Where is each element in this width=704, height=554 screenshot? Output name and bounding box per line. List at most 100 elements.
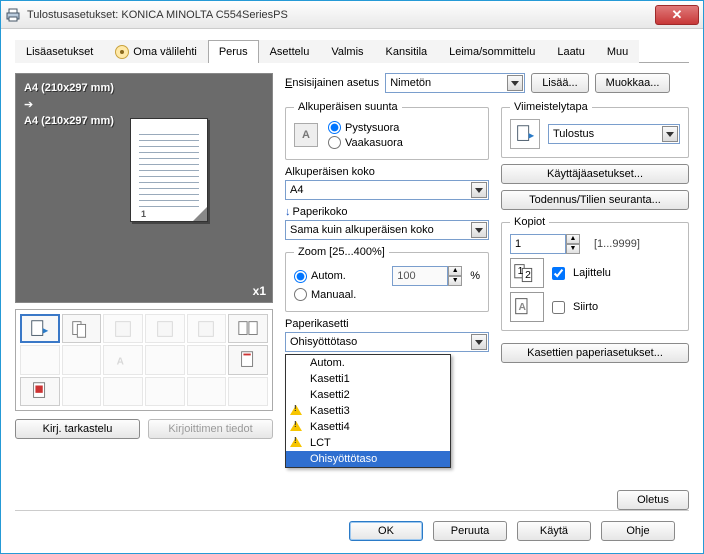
orientation-group: Alkuperäisen suunta A Pystysuora Vaakasu… <box>285 101 489 160</box>
thumb-5[interactable] <box>187 314 227 343</box>
tray-option[interactable]: Kasetti2 <box>286 387 450 403</box>
zoom-auto-label: Autom. <box>311 270 346 282</box>
tray-option[interactable]: Autom. <box>286 355 450 371</box>
thumb-7[interactable] <box>20 345 60 374</box>
zoom-group: Zoom [25...400%] Autom. ▲▼ % Manuaal. <box>285 246 489 312</box>
user-settings-button[interactable]: Käyttäjäasetukset... <box>501 164 689 184</box>
chevron-down-icon[interactable] <box>507 75 523 91</box>
view-button[interactable]: Kirj. tarkastelu <box>15 419 140 439</box>
print-prefs-window: Tulostusasetukset: KONICA MINOLTA C554Se… <box>0 0 704 554</box>
user-tab-icon <box>115 45 129 59</box>
chevron-down-icon[interactable] <box>662 126 678 142</box>
tab-leima[interactable]: Leima/sommittelu <box>438 40 546 63</box>
zoom-value-input[interactable] <box>392 266 448 286</box>
tray-option[interactable]: Kasetti3 <box>286 403 450 419</box>
zoom-manual-radio[interactable] <box>294 288 307 301</box>
portrait-radio[interactable] <box>328 121 341 134</box>
tray-option[interactable]: Kasetti4 <box>286 419 450 435</box>
spin-up[interactable]: ▲ <box>448 266 462 276</box>
collate-label: Lajittelu <box>573 267 611 279</box>
zoom-pct: % <box>470 270 480 282</box>
preview-panel: A4 (210x297 mm) ➔ A4 (210x297 mm) 1 x1 <box>15 73 273 303</box>
finishing-combo[interactable] <box>548 124 680 144</box>
offset-label: Siirto <box>573 301 598 313</box>
arrow-down-icon: ↓ <box>285 206 291 218</box>
tab-oma-valilehti[interactable]: Oma välilehti <box>104 40 208 63</box>
dialog-buttons: OK Peruuta Käytä Ohje <box>15 511 689 545</box>
cancel-button[interactable]: Peruuta <box>433 521 507 541</box>
tab-laatu[interactable]: Laatu <box>546 40 596 63</box>
collate-checkbox[interactable] <box>552 267 565 280</box>
tab-muu[interactable]: Muu <box>596 40 639 63</box>
svg-text:A: A <box>519 302 527 313</box>
ok-button[interactable]: OK <box>349 521 423 541</box>
thumb-3[interactable] <box>103 314 143 343</box>
tray-option[interactable]: Kasetti1 <box>286 371 450 387</box>
thumb-2[interactable] <box>62 314 102 343</box>
orig-size-combo[interactable] <box>285 180 489 200</box>
favorite-add-button[interactable]: Lisää... <box>531 73 588 93</box>
thumb-4[interactable] <box>145 314 185 343</box>
copies-legend: Kopiot <box>510 216 549 228</box>
thumb-11[interactable] <box>187 345 227 374</box>
tab-valmis[interactable]: Valmis <box>320 40 374 63</box>
zoom-legend: Zoom [25...400%] <box>294 246 389 258</box>
paper-size-combo[interactable] <box>285 220 489 240</box>
thumb-9[interactable]: A <box>103 345 143 374</box>
orig-size-label: Alkuperäisen koko <box>285 166 489 178</box>
chevron-down-icon[interactable] <box>471 222 487 238</box>
option-thumbnails: A <box>15 309 273 411</box>
close-button[interactable]: ✕ <box>655 5 699 25</box>
thumb-8[interactable] <box>62 345 102 374</box>
favorite-edit-button[interactable]: Muokkaa... <box>595 73 671 93</box>
zoom-auto-radio[interactable] <box>294 270 307 283</box>
favorite-combo[interactable] <box>385 73 525 93</box>
printer-icon <box>5 7 21 23</box>
spin-down[interactable]: ▼ <box>448 276 462 286</box>
window-title: Tulostusasetukset: KONICA MINOLTA C554Se… <box>27 9 655 21</box>
thumb-14[interactable] <box>62 377 102 406</box>
printer-info-button[interactable]: Kirjoittimen tiedot <box>148 419 273 439</box>
favorite-row: Ensisijainen asetus Lisää... Muokkaa... <box>285 73 689 93</box>
tray-combo[interactable] <box>285 332 489 352</box>
landscape-label: Vaakasuora <box>345 137 403 149</box>
copies-range: [1...9999] <box>594 238 640 250</box>
finishing-legend: Viimeistelytapa <box>510 101 592 113</box>
defaults-button[interactable]: Oletus <box>617 490 689 510</box>
auth-button[interactable]: Todennus/Tilien seuranta... <box>501 190 689 210</box>
paper-size-label: ↓Paperikoko <box>285 206 489 218</box>
tab-perus[interactable]: Perus <box>208 40 259 63</box>
copies-input[interactable] <box>510 234 566 254</box>
help-button[interactable]: Ohje <box>601 521 675 541</box>
tray-option[interactable]: LCT <box>286 435 450 451</box>
chevron-down-icon[interactable] <box>471 182 487 198</box>
svg-text:A: A <box>117 357 125 368</box>
finishing-icon <box>510 119 540 149</box>
orientation-legend: Alkuperäisen suunta <box>294 101 402 113</box>
titlebar: Tulostusasetukset: KONICA MINOLTA C554Se… <box>1 1 703 29</box>
chevron-down-icon[interactable] <box>471 334 487 350</box>
thumb-13[interactable] <box>20 377 60 406</box>
thumb-1[interactable] <box>20 314 60 343</box>
landscape-radio[interactable] <box>328 136 341 149</box>
thumb-18[interactable] <box>228 377 268 406</box>
thumb-6[interactable] <box>228 314 268 343</box>
tray-settings-button[interactable]: Kasettien paperiasetukset... <box>501 343 689 363</box>
tab-kansitila[interactable]: Kansitila <box>375 40 439 63</box>
svg-text:2: 2 <box>525 270 531 281</box>
thumb-15[interactable] <box>103 377 143 406</box>
spin-up[interactable]: ▲ <box>566 234 580 244</box>
arrow-down-icon: ➔ <box>24 98 264 111</box>
spin-down[interactable]: ▼ <box>566 244 580 254</box>
thumb-10[interactable] <box>145 345 185 374</box>
apply-button[interactable]: Käytä <box>517 521 591 541</box>
thumb-16[interactable] <box>145 377 185 406</box>
size-from: A4 (210x297 mm) <box>24 82 264 94</box>
thumb-17[interactable] <box>187 377 227 406</box>
tab-asettelu[interactable]: Asettelu <box>259 40 321 63</box>
tab-lisaasetukset[interactable]: Lisäasetukset <box>15 40 104 63</box>
tray-option[interactable]: Ohisyöttötaso <box>286 451 450 467</box>
copies-group: Kopiot ▲▼ [1...9999] 12 Lajittelu <box>501 216 689 331</box>
thumb-12[interactable] <box>228 345 268 374</box>
offset-checkbox[interactable] <box>552 301 565 314</box>
